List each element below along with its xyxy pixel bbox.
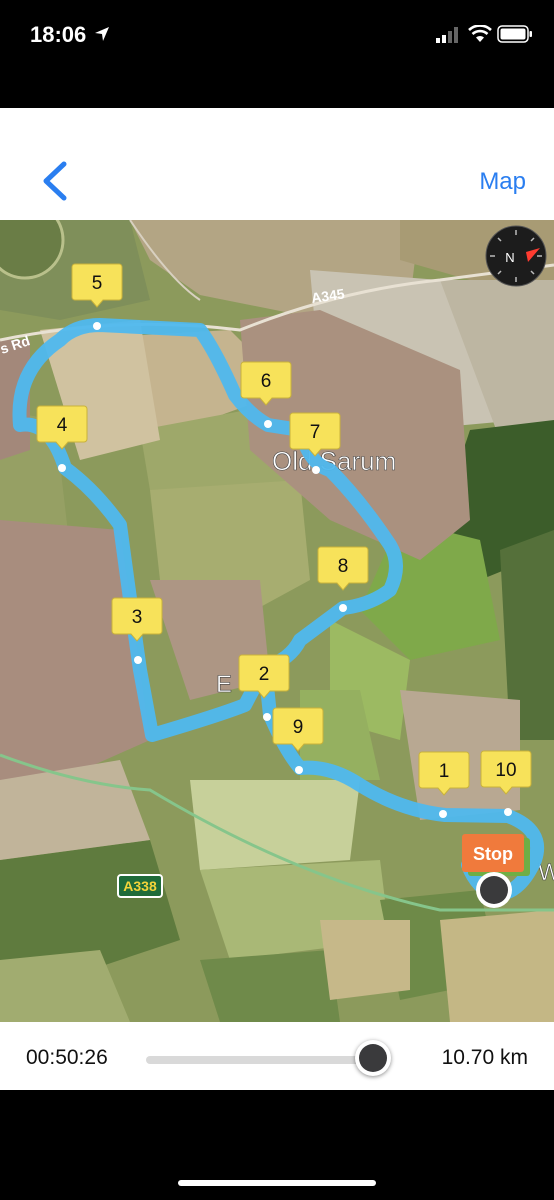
location-arrow-icon xyxy=(95,27,109,41)
playback-slider-thumb[interactable] xyxy=(354,1040,391,1076)
current-position-marker xyxy=(476,872,512,908)
battery-icon xyxy=(497,25,532,43)
route-detail-sheet: Map A345 s Rd Old Sarum E W A338 1 2 3 4… xyxy=(0,108,554,1090)
stop-marker[interactable]: Stop xyxy=(462,834,530,876)
svg-text:9: 9 xyxy=(293,717,304,738)
place-label-e: E xyxy=(216,671,232,698)
wifi-icon xyxy=(468,25,492,42)
svg-text:4: 4 xyxy=(57,415,68,436)
home-indicator[interactable] xyxy=(178,1180,376,1186)
back-button[interactable] xyxy=(34,158,74,204)
svg-text:7: 7 xyxy=(310,422,321,443)
svg-text:10: 10 xyxy=(495,760,516,781)
svg-text:N: N xyxy=(505,250,514,265)
cellular-signal-icon xyxy=(436,27,458,43)
compass-icon[interactable]: N xyxy=(485,225,547,287)
navigation-bar: Map xyxy=(0,108,554,220)
status-bar: 18:06 xyxy=(0,0,554,70)
svg-text:1: 1 xyxy=(439,761,450,782)
svg-text:Stop: Stop xyxy=(473,844,513,864)
svg-text:2: 2 xyxy=(259,664,270,685)
elapsed-time: 00:50:26 xyxy=(26,1046,108,1069)
playback-bar: 00:50:26 10.70 km xyxy=(0,1022,554,1090)
chevron-left-icon xyxy=(43,161,67,201)
road-badge-a338: A338 xyxy=(117,874,163,898)
svg-text:A338: A338 xyxy=(123,878,157,894)
svg-text:3: 3 xyxy=(132,607,143,628)
map-button[interactable]: Map xyxy=(479,168,526,196)
map-view[interactable]: A345 s Rd Old Sarum E W A338 1 2 3 4 5 6… xyxy=(0,220,554,1022)
svg-text:8: 8 xyxy=(338,556,349,577)
svg-text:5: 5 xyxy=(92,273,103,294)
total-distance: 10.70 km xyxy=(441,1046,528,1069)
svg-text:6: 6 xyxy=(261,371,272,392)
status-time: 18:06 xyxy=(30,22,87,47)
playback-slider[interactable] xyxy=(146,1056,390,1064)
